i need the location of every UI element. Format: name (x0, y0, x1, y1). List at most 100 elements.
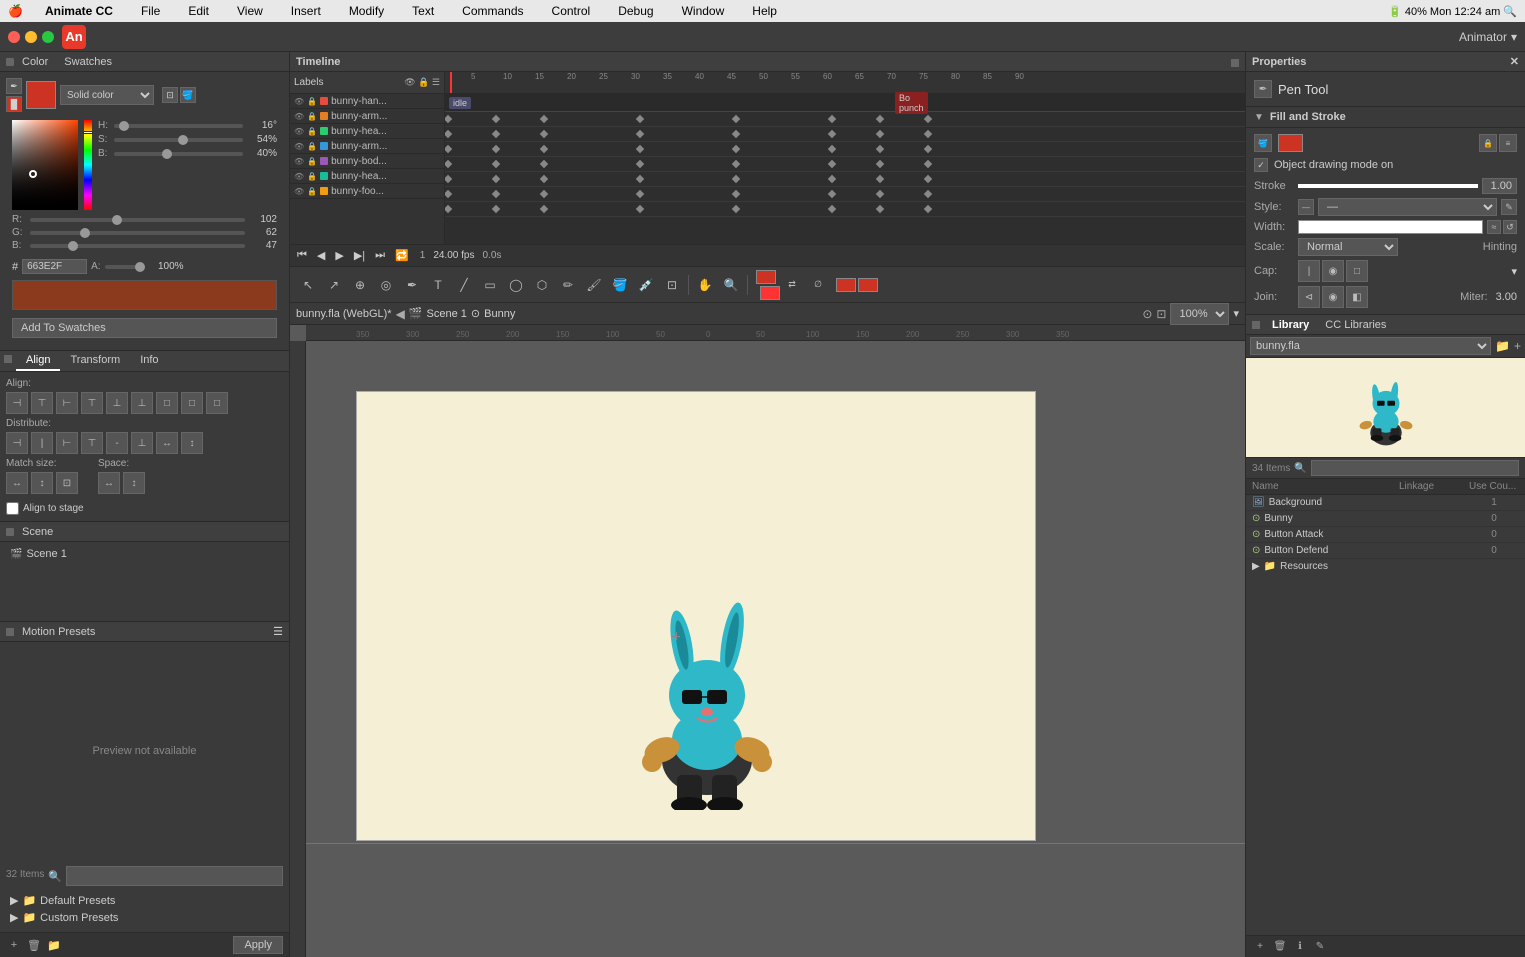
keyframe[interactable] (445, 130, 452, 138)
scale-select[interactable]: Normal Horizontal Vertical None (1298, 238, 1398, 256)
library-item-button-attack[interactable]: ⊙ Button Attack 0 (1246, 527, 1525, 543)
motion-panel-options[interactable]: ☰ (273, 625, 283, 638)
minimize-window-button[interactable] (25, 31, 37, 43)
file-menu[interactable]: File (135, 2, 166, 20)
tab-align[interactable]: Align (16, 351, 60, 371)
motion-new-button[interactable]: + (6, 937, 22, 953)
keyframe[interactable] (445, 190, 452, 198)
alpha-slider[interactable] (105, 265, 145, 269)
layer-visibility-icon[interactable]: 👁 (294, 112, 304, 121)
fill-color-preview[interactable] (1278, 134, 1303, 152)
keyframe[interactable] (828, 115, 836, 123)
timeline-panel-close[interactable] (1231, 59, 1239, 67)
distribute-top-button[interactable]: ⊤ (81, 432, 103, 454)
join-round-button[interactable]: ◉ (1322, 286, 1344, 308)
eraser-tool-button[interactable]: ⊡ (660, 273, 684, 297)
library-item-button-defend[interactable]: ⊙ Button Defend 0 (1246, 543, 1525, 559)
lib-new-item-button[interactable]: + (1252, 939, 1268, 955)
zoom-select[interactable]: 100% 50% 200% (1170, 303, 1229, 325)
active-stroke-color[interactable] (836, 278, 856, 292)
loop-button[interactable]: 🔁 (392, 248, 412, 263)
line-tool-button[interactable]: ╱ (452, 273, 476, 297)
hex-input[interactable] (22, 259, 87, 274)
timeline-layer-2[interactable]: 👁🔒bunny-hea... (290, 124, 444, 139)
view-menu[interactable]: View (231, 2, 269, 20)
cap-round-button[interactable]: ◉ (1322, 260, 1344, 282)
modify-menu[interactable]: Modify (343, 2, 390, 20)
keyframe[interactable] (492, 145, 500, 153)
prev-frame-button[interactable]: ◀ (314, 248, 328, 263)
next-frame-button[interactable]: ▶| (351, 248, 368, 263)
name-column-header[interactable]: Name (1252, 481, 1399, 492)
paint-bucket-button[interactable]: 🪣 (608, 273, 632, 297)
poly-tool-button[interactable]: ⬡ (530, 273, 554, 297)
layer-lock-icon[interactable]: 🔒 (307, 157, 317, 166)
keyframe[interactable] (636, 145, 644, 153)
keyframe[interactable] (876, 190, 884, 198)
distribute-center-v-button[interactable]: - (106, 432, 128, 454)
no-color-button[interactable]: ∅ (806, 273, 830, 297)
hue-input[interactable] (114, 122, 243, 130)
g-slider[interactable] (30, 230, 245, 236)
layer-visibility-icon[interactable]: 👁 (294, 142, 304, 151)
space-v-button[interactable]: ↕ (123, 472, 145, 494)
pen-stroke-icon[interactable]: ✒ (6, 78, 22, 94)
library-item-bunny[interactable]: ⊙ Bunny 0 (1246, 511, 1525, 527)
keyframe[interactable] (876, 130, 884, 138)
close-window-button[interactable] (8, 31, 20, 43)
help-menu[interactable]: Help (746, 2, 783, 20)
keyframe[interactable] (876, 205, 884, 213)
scene-name-bread[interactable]: Scene 1 (427, 308, 467, 320)
pen-tool-button[interactable]: ✒ (400, 273, 424, 297)
text-menu[interactable]: Text (406, 2, 440, 20)
maximize-window-button[interactable] (42, 31, 54, 43)
keyframe[interactable] (924, 205, 932, 213)
color-picker-dot[interactable] (29, 170, 37, 178)
add-to-swatches-button[interactable]: Add To Swatches (12, 318, 277, 338)
keyframe[interactable] (828, 145, 836, 153)
library-panel-close[interactable] (1252, 321, 1260, 329)
distribute-space1-button[interactable]: ↔ (156, 432, 178, 454)
keyframe[interactable] (492, 205, 500, 213)
keyframe[interactable] (636, 175, 644, 183)
space-h-button[interactable]: ↔ (98, 472, 120, 494)
keyframe[interactable] (828, 205, 836, 213)
object-drawing-checkbox[interactable]: ✓ (1254, 158, 1268, 172)
keyframe[interactable] (924, 190, 932, 198)
keyframe[interactable] (540, 145, 548, 153)
align-top-button[interactable]: ⊤ (81, 392, 103, 414)
keyframe[interactable] (732, 175, 740, 183)
fill-lock-icon[interactable]: 🔒 (1479, 134, 1497, 152)
stage-options-icon[interactable]: ⊙ (1142, 307, 1152, 321)
keyframe[interactable] (540, 130, 548, 138)
keyframe[interactable] (636, 130, 644, 138)
layer-lock-icon[interactable]: 🔒 (307, 172, 317, 181)
keyframe[interactable] (732, 205, 740, 213)
layer-lock-icon[interactable]: 🔒 (307, 97, 317, 106)
keyframe[interactable] (492, 175, 500, 183)
edit-menu[interactable]: Edit (182, 2, 215, 20)
motion-panel-close[interactable] (6, 628, 14, 636)
lasso-tool-button[interactable]: ◎ (374, 273, 398, 297)
lib-edit-button[interactable]: ✎ (1312, 939, 1328, 955)
color-panel-close[interactable] (6, 58, 14, 66)
match-both-button[interactable]: ⊡ (56, 472, 78, 494)
zoom-tool-button[interactable]: 🔍 (719, 273, 743, 297)
distribute-left-button[interactable]: ⊣ (6, 432, 28, 454)
eyedropper-tool-button[interactable]: 💉 (634, 273, 658, 297)
join-miter-button[interactable]: ⊲ (1298, 286, 1320, 308)
keyframe[interactable] (876, 145, 884, 153)
cap-square-button[interactable]: □ (1346, 260, 1368, 282)
join-bevel-button[interactable]: ◧ (1346, 286, 1368, 308)
transform-tool-button[interactable]: ⊕ (348, 273, 372, 297)
text-tool-button[interactable]: T (426, 273, 450, 297)
rect-tool-button[interactable]: ▭ (478, 273, 502, 297)
library-tab[interactable]: Library (1268, 319, 1313, 331)
match-width-button[interactable]: ↔ (6, 472, 28, 494)
workspace-switcher[interactable]: Animator ▾ (1459, 30, 1517, 44)
keyframe[interactable] (876, 115, 884, 123)
color-type-select[interactable]: Solid color Linear gradient Radial gradi… (60, 85, 154, 105)
hand-tool-button[interactable]: ✋ (693, 273, 717, 297)
width-bar[interactable] (1298, 220, 1483, 234)
keyframe[interactable] (732, 160, 740, 168)
